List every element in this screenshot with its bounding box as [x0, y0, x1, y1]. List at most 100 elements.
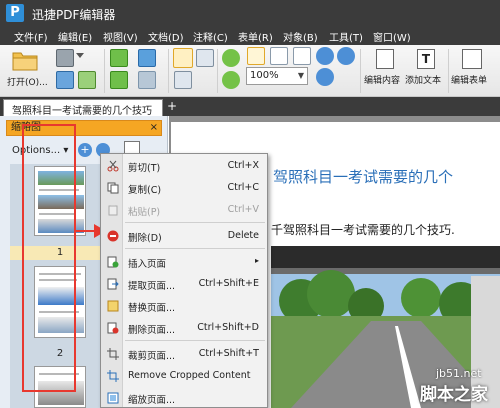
snapshot-icon[interactable] [174, 71, 192, 89]
menu-item-delete[interactable]: 删除(D) Delete [101, 226, 267, 246]
hand-tool-icon[interactable] [173, 48, 193, 68]
menu-item-extract-page[interactable]: 提取页面... Ctrl+Shift+E [101, 274, 267, 294]
zoom-in-icon[interactable] [316, 47, 334, 65]
forward-icon[interactable] [110, 71, 128, 89]
add-text-icon: T [417, 49, 435, 69]
menu-item-label: 插入页面 [128, 259, 167, 270]
paste-icon [108, 205, 118, 216]
title-bar: P 迅捷PDF编辑器 [0, 0, 500, 27]
menu-item-label: 替换页面... [128, 303, 176, 314]
copy-icon [107, 182, 119, 194]
open-button[interactable]: 打开(O)... [6, 47, 50, 93]
zoom-in-thumbnails-icon[interactable]: + [78, 143, 92, 157]
add-text-button[interactable]: T 添加文本 [405, 47, 447, 93]
edit-content-label: 编辑内容 [364, 76, 401, 86]
fit-width-icon[interactable] [293, 47, 311, 65]
annotation-highlight-frame [22, 124, 76, 392]
document-title: 驾照科目一考试需要的几个 [273, 168, 454, 186]
separator [217, 49, 218, 93]
menu-bar: 文件(F) 编辑(E) 视图(V) 文档(D) 注释(C) 表单(R) 对象(B… [0, 27, 500, 45]
edit-content-button[interactable]: 编辑内容 [364, 47, 406, 93]
menu-item-remove-cropped-content[interactable]: Remove Cropped Content [101, 366, 267, 386]
edit-form-label: 编辑表单 [451, 76, 488, 86]
menu-item-shortcut: Ctrl+V [227, 204, 259, 215]
menu-item-label: 缩放页面... [128, 395, 176, 406]
insert-page-icon [107, 256, 119, 268]
menu-item-shortcut: Ctrl+Shift+E [198, 278, 259, 289]
back-icon[interactable] [110, 49, 128, 67]
undo-icon[interactable] [138, 49, 156, 67]
menu-item-label: 剪切(T) [128, 163, 161, 174]
menu-item-shortcut: Ctrl+X [227, 160, 259, 171]
folder-icon [12, 52, 38, 71]
save-icon[interactable] [56, 71, 74, 89]
open-label: 打开(O)... [7, 78, 48, 88]
actual-size-icon[interactable] [247, 47, 265, 65]
email-icon[interactable] [78, 71, 96, 89]
menu-item-delete-page[interactable]: 删除页面... Ctrl+Shift+D [101, 318, 267, 338]
zoom-tool-icon[interactable] [316, 68, 334, 86]
rotate-left-icon[interactable] [222, 49, 240, 67]
menu-tools[interactable]: 工具(T) [329, 29, 363, 44]
menu-separator [125, 222, 265, 223]
menu-item-cut[interactable]: 剪切(T) Ctrl+X [101, 156, 267, 176]
select-text-icon[interactable] [196, 49, 214, 67]
zoom-out-icon[interactable] [337, 47, 355, 65]
menu-edit[interactable]: 编辑(E) [58, 29, 92, 44]
edit-form-button[interactable]: 编辑表单 [450, 47, 496, 93]
print-icon[interactable] [56, 49, 74, 67]
close-icon[interactable]: × [150, 121, 158, 135]
menu-view[interactable]: 视图(V) [103, 29, 138, 44]
menu-file[interactable]: 文件(F) [14, 29, 48, 44]
menu-item-crop-page[interactable]: 裁剪页面... Ctrl+Shift+T [101, 344, 267, 364]
zoom-value: 100% [250, 70, 279, 81]
extract-page-icon [107, 278, 119, 290]
dropdown-arrow-icon[interactable] [76, 53, 84, 61]
menu-item-copy[interactable]: 复制(C) Ctrl+C [101, 178, 267, 198]
menu-separator [125, 248, 265, 249]
scissors-icon [107, 160, 119, 172]
tab-document[interactable]: 驾照科目一考试需要的几个技巧 [3, 99, 163, 116]
submenu-arrow-icon: ▸ [254, 256, 259, 265]
menu-item-label: 删除(D) [128, 233, 162, 244]
separator [168, 49, 169, 93]
context-menu: 剪切(T) Ctrl+X 复制(C) Ctrl+C 粘贴(P) Ctrl+V 删… [100, 153, 268, 408]
document-tab-strip: 驾照科目一考试需要的几个技巧 + [0, 97, 500, 116]
separator [104, 49, 105, 93]
new-tab-icon[interactable]: + [166, 100, 178, 112]
zoom-select[interactable]: 100% ▼ [246, 67, 308, 85]
document-body-text: 千驾照科目一考试需要的几个技巧. [271, 223, 455, 237]
menu-comment[interactable]: 注释(C) [193, 29, 228, 44]
menu-item-paste[interactable]: 粘贴(P) Ctrl+V [101, 200, 267, 220]
app-title: 迅捷PDF编辑器 [32, 8, 116, 22]
edit-content-icon [376, 49, 394, 69]
menu-item-shortcut: Ctrl+Shift+D [197, 322, 259, 333]
delete-page-icon [107, 322, 119, 334]
menu-form[interactable]: 表单(R) [238, 29, 273, 44]
menu-document[interactable]: 文档(D) [148, 29, 184, 44]
menu-object[interactable]: 对象(B) [283, 29, 318, 44]
separator [360, 49, 361, 93]
separator [448, 49, 449, 93]
watermark-site: jb51.net [436, 367, 482, 380]
app-logo-icon: P [6, 4, 24, 22]
menu-item-label: 复制(C) [128, 185, 162, 196]
menu-item-label: Remove Cropped Content [128, 370, 251, 381]
crop-icon [107, 348, 119, 360]
menu-window[interactable]: 窗口(W) [373, 29, 411, 44]
menu-item-shortcut: Ctrl+Shift+T [198, 348, 259, 359]
rotate-right-icon[interactable] [222, 71, 240, 89]
menu-item-scale-page[interactable]: 缩放页面... [101, 388, 267, 408]
fit-page-icon[interactable] [270, 47, 288, 65]
menu-item-shortcut: Ctrl+C [227, 182, 260, 193]
menu-item-label: 删除页面... [128, 325, 176, 336]
crop-remove-icon [107, 370, 119, 382]
chevron-down-icon: ▼ [297, 71, 304, 80]
scale-page-icon [107, 392, 119, 404]
add-text-label: 添加文本 [405, 76, 442, 86]
replace-page-icon [107, 300, 119, 312]
menu-item-replace-page[interactable]: 替换页面... [101, 296, 267, 316]
menu-item-insert-page[interactable]: 插入页面 ▸ [101, 252, 267, 272]
delete-icon [107, 230, 119, 242]
redo-icon[interactable] [138, 71, 156, 89]
